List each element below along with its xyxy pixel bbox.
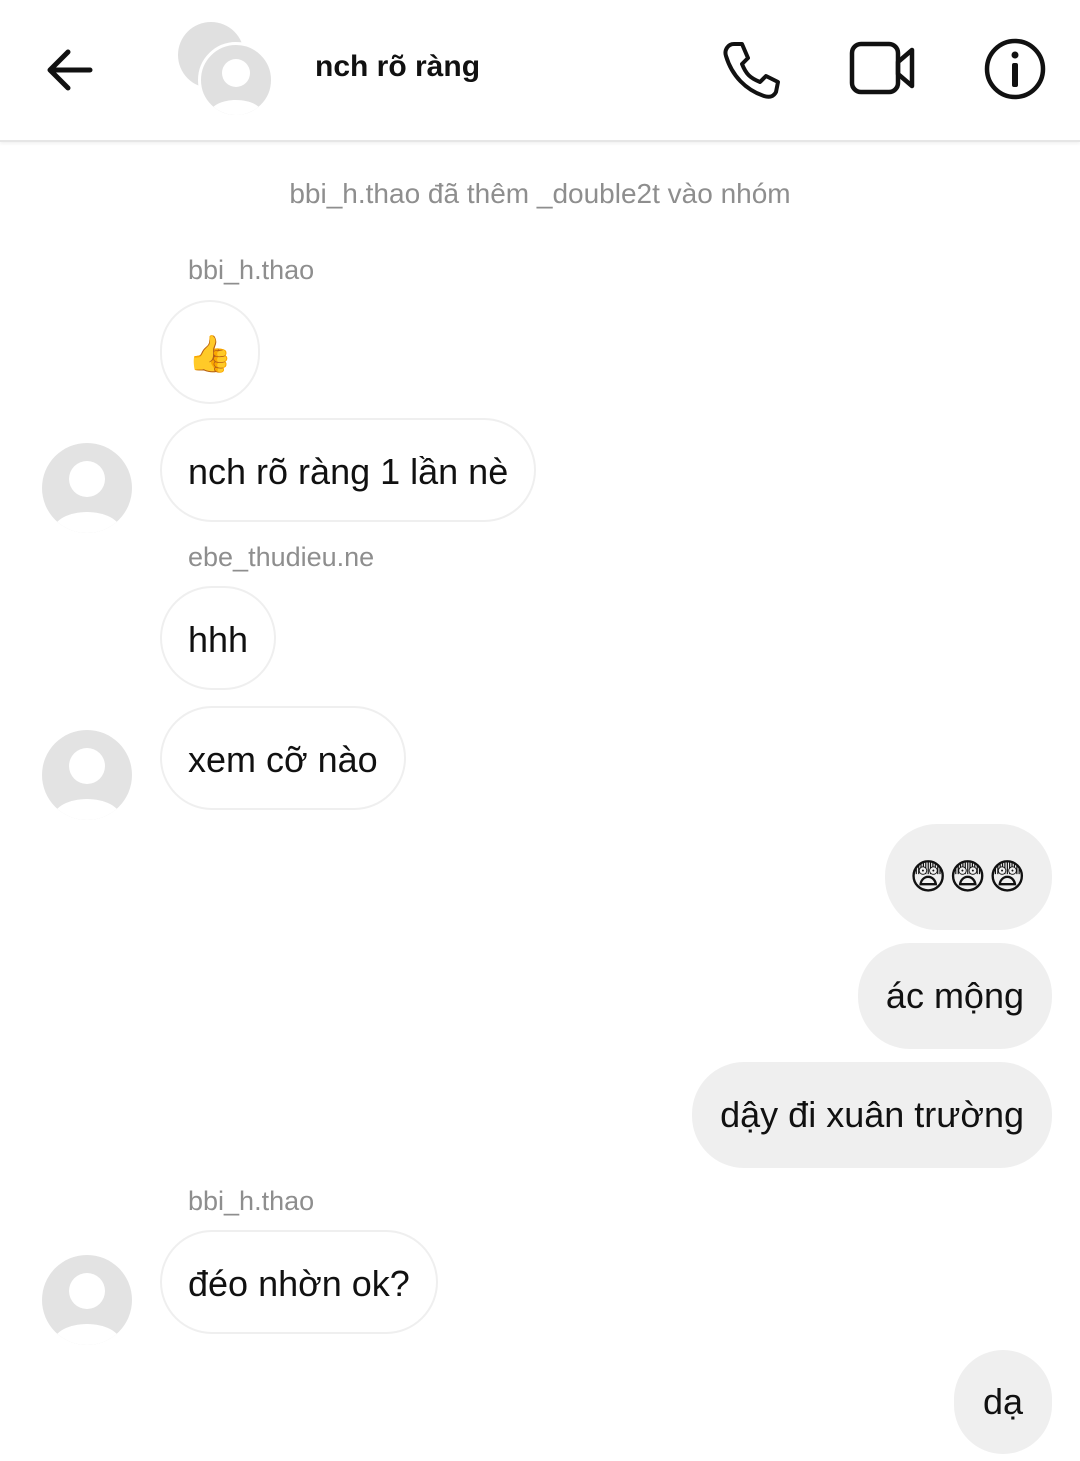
message-text: đéo nhờn ok?	[188, 1263, 410, 1304]
thumbs-up-emoji: 👍	[187, 333, 233, 374]
message-bubble-incoming[interactable]: 👍	[160, 300, 260, 404]
chat-title[interactable]: nch rõ ràng	[315, 50, 480, 84]
message-text: dạ	[982, 1381, 1024, 1422]
avatar[interactable]	[42, 730, 132, 820]
chat-header: nch rõ ràng	[0, 0, 1080, 142]
phone-icon	[723, 42, 780, 99]
video-camera-icon	[849, 41, 915, 95]
info-icon	[984, 38, 1046, 100]
message-bubble-incoming[interactable]: hhh	[160, 586, 277, 690]
user-silhouette-icon	[209, 59, 263, 115]
message-bubble-outgoing[interactable]: dạ	[954, 1350, 1052, 1454]
avatar[interactable]	[42, 443, 132, 533]
user-silhouette-icon	[52, 1273, 122, 1345]
back-button[interactable]	[40, 40, 100, 100]
video-call-button[interactable]	[848, 36, 915, 102]
sender-name: ebe_thudieu.ne	[188, 542, 375, 572]
message-text: hhh	[188, 619, 249, 660]
message-bubble-incoming[interactable]: xem cỡ nào	[160, 706, 406, 810]
system-message: bbi_h.thao đã thêm _double2t vào nhóm	[289, 178, 791, 209]
message-bubble-outgoing[interactable]: dậy đi xuân trường	[692, 1062, 1052, 1168]
sender-name: bbi_h.thao	[188, 255, 315, 285]
message-text: dậy đi xuân trường	[720, 1094, 1024, 1135]
message-bubble-incoming[interactable]: đéo nhờn ok?	[160, 1230, 438, 1334]
message-text: xem cỡ nào	[188, 739, 378, 780]
voice-call-button[interactable]	[718, 36, 784, 102]
message-bubble-incoming[interactable]: nch rõ ràng 1 lần nè	[160, 418, 537, 522]
fearful-face-emoji: 😨😨😨	[909, 856, 1028, 897]
arrow-left-icon	[47, 49, 93, 91]
sender-name: bbi_h.thao	[188, 1186, 315, 1216]
message-text: ác mộng	[885, 975, 1024, 1016]
avatar[interactable]	[42, 1255, 132, 1345]
avatar-front	[198, 42, 274, 118]
group-avatar[interactable]	[176, 20, 274, 118]
info-button[interactable]	[982, 36, 1048, 102]
user-silhouette-icon	[52, 748, 122, 820]
message-text: nch rõ ràng 1 lần nè	[188, 451, 509, 492]
chat-screen: nch rõ ràng bbi_h.thao đã thêm _double2t…	[0, 0, 1080, 1461]
message-bubble-outgoing[interactable]: 😨😨😨	[885, 824, 1052, 930]
message-bubble-outgoing[interactable]: ác mộng	[857, 943, 1052, 1049]
user-silhouette-icon	[52, 461, 122, 533]
